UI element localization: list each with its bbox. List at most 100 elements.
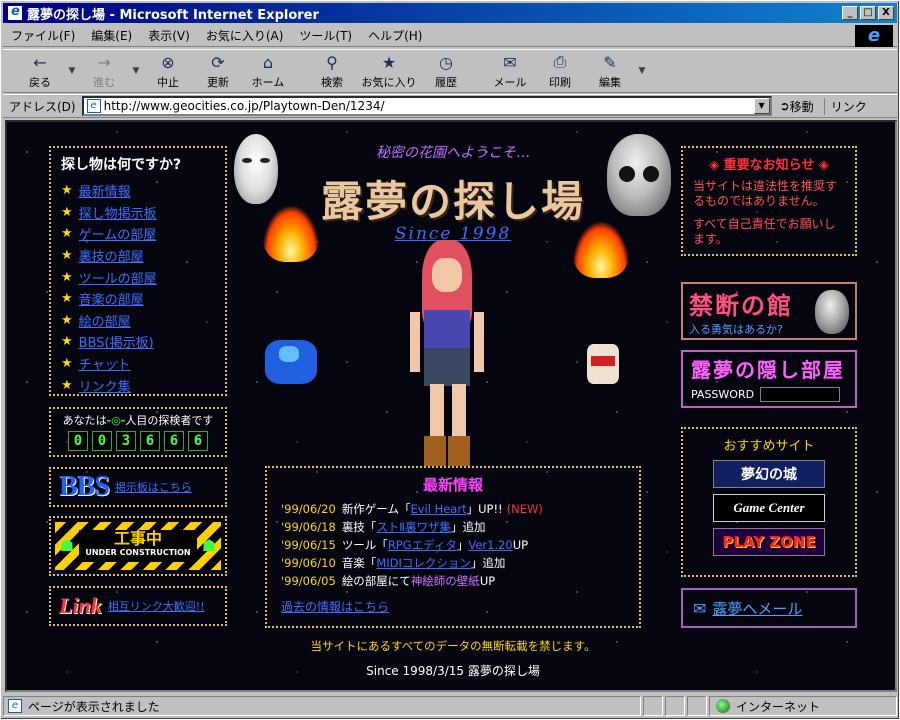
close-button[interactable]: X	[878, 6, 894, 20]
mail-link[interactable]: 露夢へメール	[712, 598, 802, 619]
past-news-link[interactable]: 過去の情報はこちら	[281, 598, 625, 615]
refresh-button[interactable]: ⟳ 更新	[193, 50, 243, 92]
hidden-room-title: 露夢の隠し部屋	[691, 358, 845, 382]
counter-digits: 0 0 3 6 6 6	[55, 431, 221, 451]
go-button[interactable]: ➲ 移動	[780, 98, 814, 115]
welcome-subtitle: 秘密の花園へようこそ…	[376, 145, 530, 161]
forbidden-mansion-banner[interactable]: 禁断の館 入る勇気はあるか?	[681, 282, 857, 340]
worker-icon: ☗	[201, 536, 217, 555]
forward-dropdown-icon[interactable]: ▼	[129, 66, 143, 76]
nav-item[interactable]: ★ チャット	[61, 353, 215, 375]
edit-button[interactable]: ✎ 編集	[585, 50, 635, 92]
password-label: PASSWORD	[691, 388, 755, 401]
star-icon: ★	[61, 377, 73, 393]
news-row: '99/06/15 ツール「 RPGエディタ」 Ver1.20 UP	[281, 538, 529, 552]
print-icon: ⎙	[553, 52, 567, 71]
nav-item[interactable]: ★ 探し物掲示板	[61, 202, 215, 224]
home-button[interactable]: ⌂ ホーム	[243, 50, 293, 92]
star-icon: ★	[61, 226, 73, 242]
address-input[interactable]: e http://www.geocities.co.jp/Playtown-De…	[81, 96, 772, 116]
links-button[interactable]: リンク	[823, 97, 867, 115]
star-icon: ★	[61, 312, 73, 328]
address-dropdown-icon[interactable]: ▼	[753, 98, 770, 114]
maximize-button[interactable]: □	[860, 6, 876, 20]
favorites-icon: ★	[381, 52, 397, 72]
news-panel: 最新情報 '99/06/20 新作ゲーム「 Evil Heart 」UP!! (NEW)…	[265, 466, 641, 628]
mail-link-box[interactable]: ✉ 露夢へメール	[681, 588, 857, 628]
address-url: http://www.geocities.co.jp/Playtown-Den/…	[103, 99, 385, 113]
nav-item[interactable]: ★ 絵の部屋	[61, 310, 215, 332]
address-bar: アドレス(D) e http://www.geocities.co.jp/Pla…	[3, 94, 897, 118]
menu-help[interactable]: ヘルプ(H)	[360, 27, 430, 44]
site-since-footer: Since 1998/3/15 露夢の探し場	[366, 664, 540, 678]
star-icon: ★	[61, 356, 73, 372]
news-heading: 最新情報	[422, 476, 483, 494]
forward-button[interactable]: → 進む	[79, 50, 129, 92]
stop-icon: ⊗	[161, 52, 175, 72]
under-construction-banner: ☗ 工事中 UNDER CONSTRUCTION ☗	[49, 516, 227, 576]
star-icon: ★	[61, 248, 73, 264]
ie-page-icon	[7, 4, 23, 21]
menu-bar: ファイル(F) 編集(E) 表示(V) お気に入り(A) ツール(T) ヘルプ(…	[3, 25, 897, 47]
title-bar[interactable]: 露夢の探し場 - Microsoft Internet Explorer _ □…	[3, 3, 897, 23]
stop-button[interactable]: ⊗ 中止	[143, 50, 193, 92]
nav-item[interactable]: ★ ツールの部屋	[61, 266, 215, 288]
nav-heading: 探し物は何ですか?	[61, 157, 182, 173]
password-input[interactable]	[760, 387, 841, 402]
banner-play-zone[interactable]: PLAY ZONE	[713, 528, 825, 556]
bbs-link[interactable]: 掲示板はこちら	[115, 479, 192, 495]
page-done-icon: e	[8, 699, 22, 713]
status-bar: e ページが表示されました インターネット	[3, 695, 897, 717]
favorites-button[interactable]: ★ お気に入り	[357, 50, 421, 92]
print-button[interactable]: ⎙ 印刷	[535, 50, 585, 92]
back-button[interactable]: ← 戻る	[15, 50, 65, 92]
news-row: '99/06/20 新作ゲーム「 Evil Heart 」UP!! (NEW)	[281, 502, 543, 516]
page-viewport[interactable]: 探し物は何ですか? ★ 最新情報 ★ 探し物掲示板 ★ ゲームの部屋 ★ 裏技の部屋 ★…	[5, 120, 897, 692]
menu-favorites[interactable]: お気に入り(A)	[198, 27, 292, 44]
mail-button[interactable]: ✉ メール	[485, 50, 535, 92]
counter-mark-icon: -◎-	[106, 414, 126, 427]
menu-tools[interactable]: ツール(T)	[291, 27, 360, 44]
menu-edit[interactable]: 編集(E)	[83, 27, 140, 44]
nav-item[interactable]: ★ リンク集	[61, 374, 215, 396]
status-text: ページが表示されました	[28, 699, 160, 714]
nav-item[interactable]: ★ BBS(掲示板)	[61, 331, 215, 353]
star-icon: ★	[61, 204, 73, 220]
link-banner[interactable]: Link 相互リンク大歓迎!!	[49, 586, 227, 626]
mail-icon: ✉	[503, 52, 517, 72]
security-zone: インターネット	[736, 699, 821, 714]
search-button[interactable]: ⚲ 検索	[307, 50, 357, 92]
bbs-banner[interactable]: BBS 掲示板はこちら	[49, 467, 227, 507]
nav-item[interactable]: ★ ゲームの部屋	[61, 223, 215, 245]
forward-arrow-icon: →	[97, 52, 111, 72]
nav-item[interactable]: ★ 最新情報	[61, 180, 215, 202]
back-arrow-icon: ←	[33, 52, 47, 72]
recommended-sites: おすすめサイト 夢幻の城 Game Center PLAY ZONE	[681, 427, 857, 577]
menu-view[interactable]: 表示(V)	[140, 27, 198, 44]
history-button[interactable]: ◷ 履歴	[421, 50, 471, 92]
nav-item[interactable]: ★ 音楽の部屋	[61, 288, 215, 310]
home-icon: ⌂	[262, 52, 274, 72]
nav-item[interactable]: ★ 裏技の部屋	[61, 245, 215, 267]
worker-icon: ☗	[59, 536, 75, 555]
banner-mugen-castle[interactable]: 夢幻の城	[713, 460, 825, 488]
hidden-room-box: 露夢の隠し部屋 PASSWORD	[681, 350, 857, 408]
site-title: 露夢の探し場	[320, 177, 585, 226]
banner-game-center[interactable]: Game Center	[713, 494, 825, 522]
address-label: アドレス(D)	[9, 99, 76, 114]
diamond-icon: ◈	[709, 158, 724, 173]
star-icon: ★	[61, 183, 73, 199]
go-arrow-icon: ➲	[779, 99, 790, 113]
ie-logo-icon: e	[855, 25, 893, 47]
edit-dropdown-icon[interactable]: ▼	[635, 66, 649, 76]
star-icon: ★	[61, 291, 73, 307]
menu-file[interactable]: ファイル(F)	[3, 27, 83, 44]
blue-robot-sprite	[265, 340, 317, 384]
mutual-link[interactable]: 相互リンク大歓迎!!	[108, 598, 205, 614]
envelope-icon: ✉	[693, 598, 707, 618]
new-badge: (NEW)	[506, 502, 543, 516]
internet-zone-icon	[716, 699, 730, 713]
news-row: '99/06/10 音楽「 MIDIコレクション 」追加	[281, 556, 506, 570]
minimize-button[interactable]: _	[842, 6, 858, 20]
back-dropdown-icon[interactable]: ▼	[65, 66, 79, 76]
